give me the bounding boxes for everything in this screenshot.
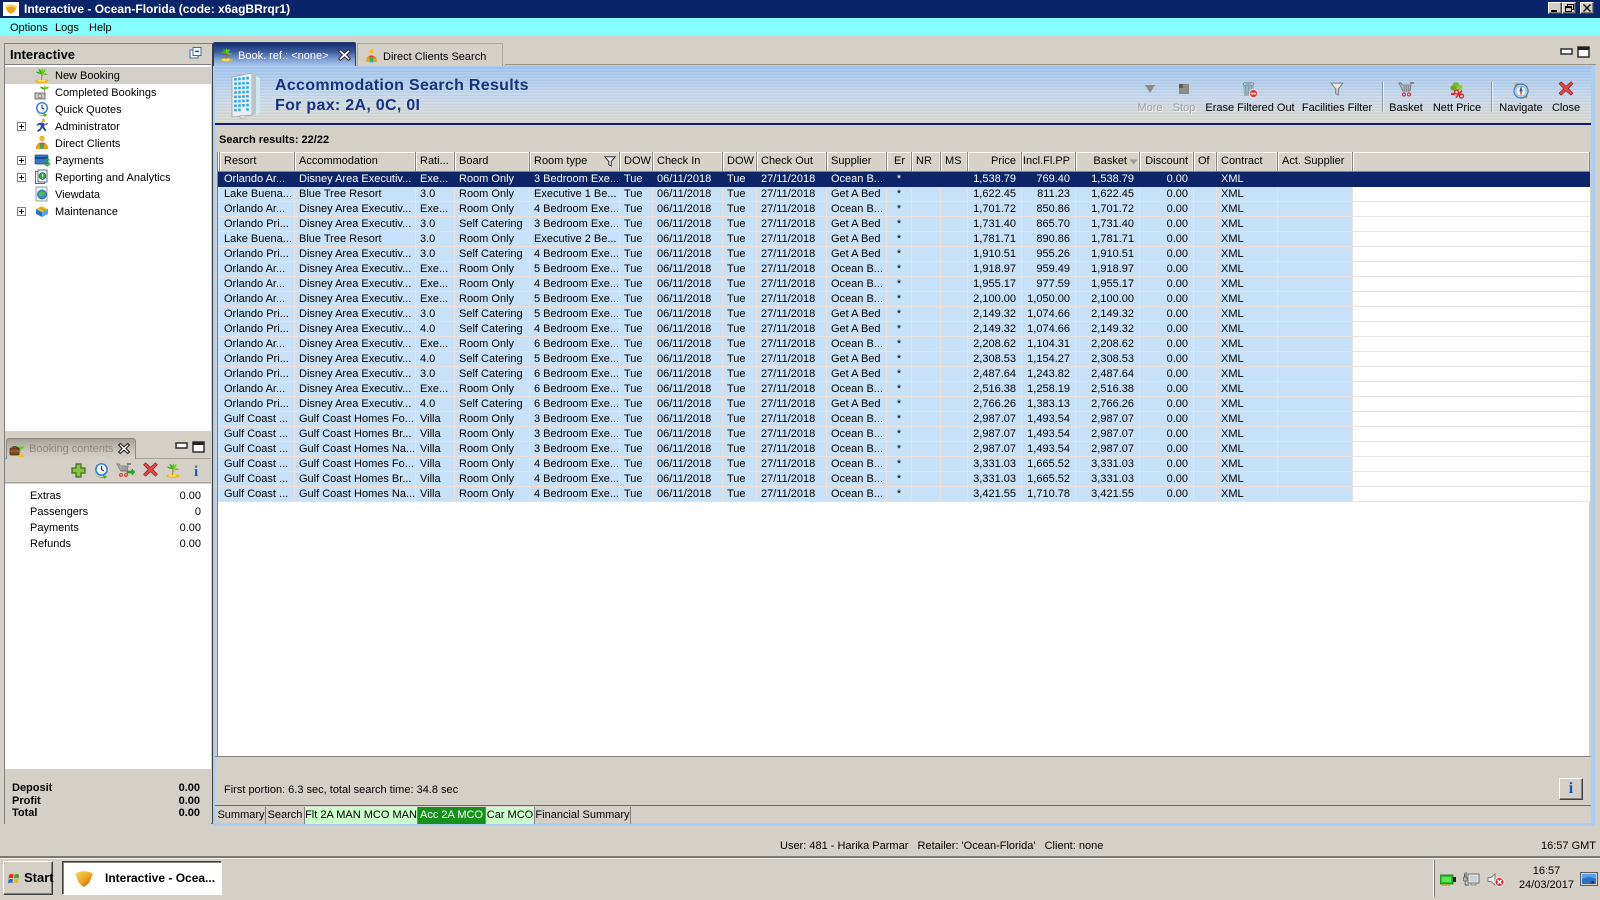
svg-text:i: i <box>194 464 198 479</box>
svg-text:$: $ <box>44 157 50 168</box>
